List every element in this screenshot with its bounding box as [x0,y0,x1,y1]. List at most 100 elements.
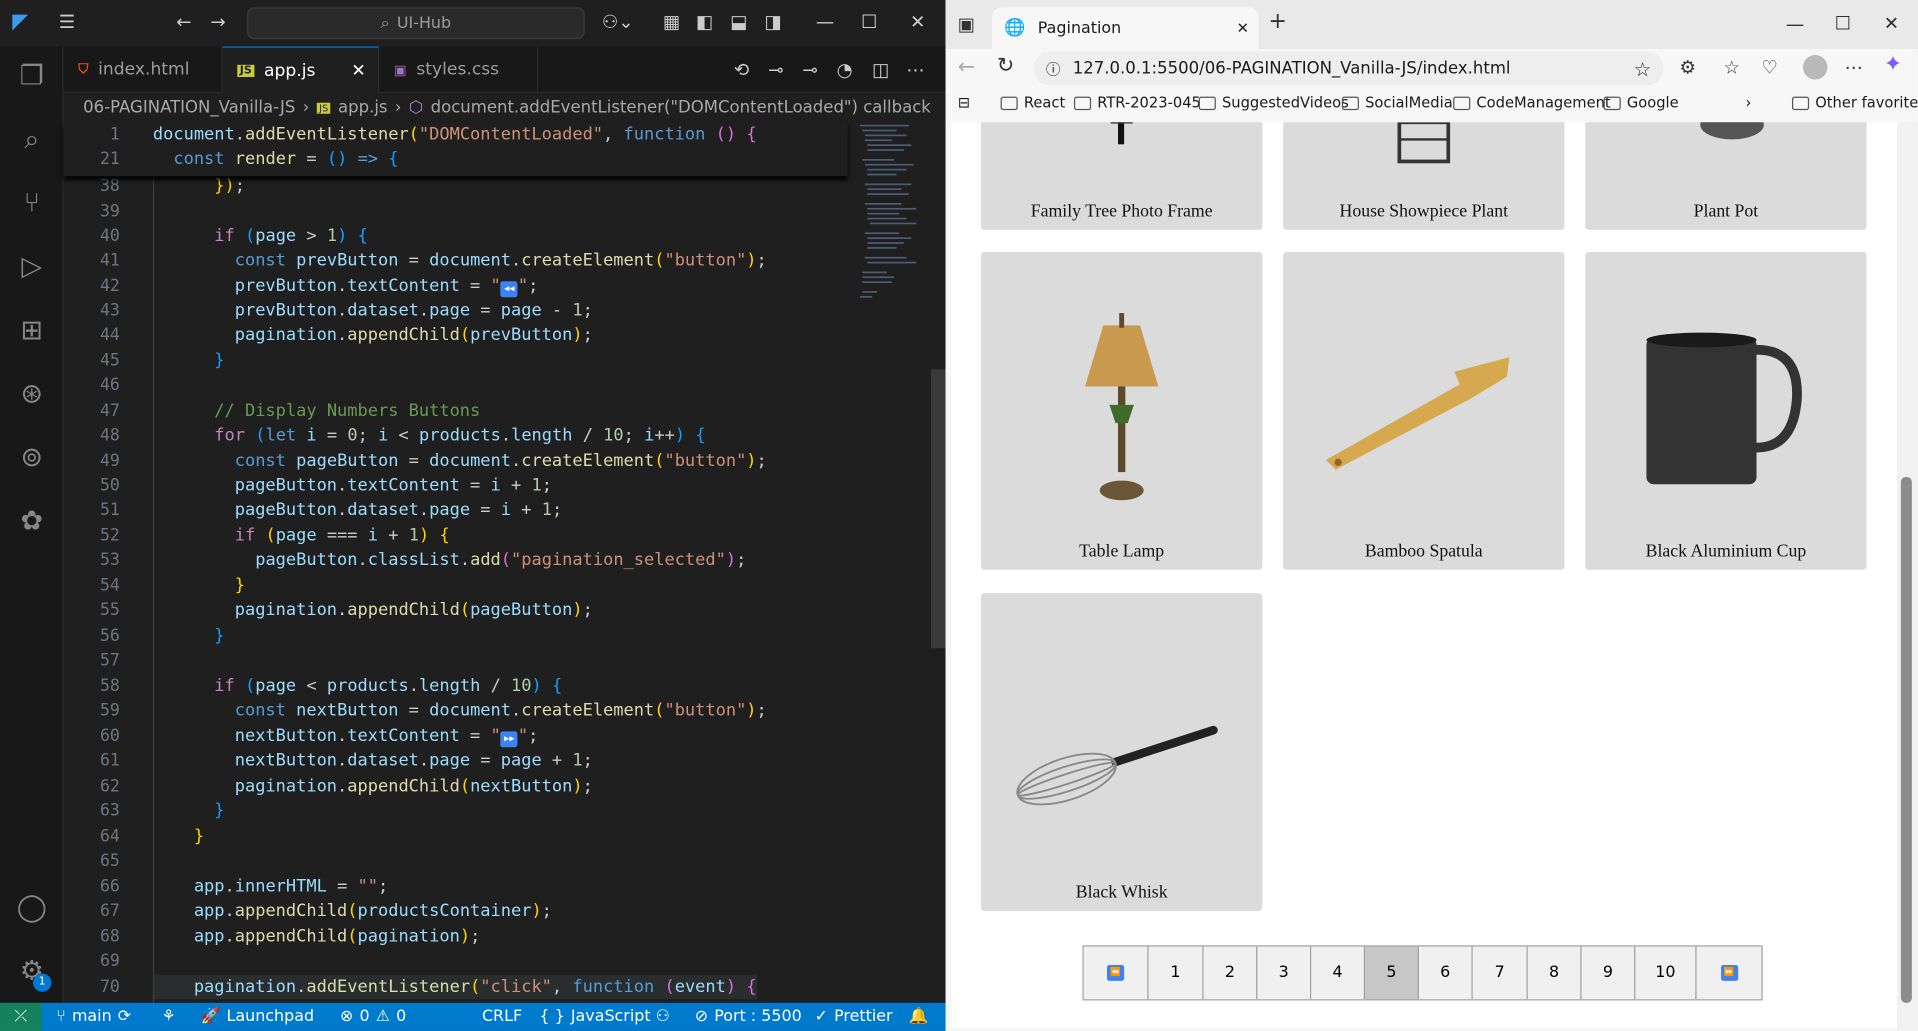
close-tab-icon[interactable]: ✕ [1237,20,1249,37]
command-center[interactable]: ⌕ UI-Hub [247,7,585,40]
page-button-10[interactable]: 10 [1635,946,1697,1000]
line-number: 40 [99,226,120,246]
explorer-icon[interactable]: ❐ [12,56,51,95]
page-button-5-selected[interactable]: 5 [1365,946,1419,1000]
eol-status[interactable]: CRLF [482,1003,522,1031]
address-bar[interactable]: ⓘ 127.0.0.1:5500/06-PAGINATION_Vanilla-J… [1033,51,1664,86]
refresh-icon[interactable]: ↻ [997,56,1014,77]
site-info-icon[interactable]: ⓘ [1046,58,1061,79]
toggle-panel-icon[interactable]: ⬓ [730,12,747,32]
customize-layout-icon[interactable]: ▦ [663,12,680,32]
more-actions-icon[interactable]: ⋯ [906,60,924,80]
page-button-3[interactable]: 3 [1257,946,1312,1000]
extensions-icon[interactable]: ⊞ [12,311,51,350]
extensions-icon[interactable]: ⚙ [1679,57,1695,77]
url-text: 127.0.0.1:5500/06-PAGINATION_Vanilla-JS/… [1072,58,1511,79]
branch-status[interactable]: ⑂ main ⟳ [56,1003,131,1031]
browser-tab[interactable]: 🌐 Pagination ✕ [992,7,1259,49]
copilot-status-icon[interactable]: ⚇ [656,1003,670,1031]
copilot-icon[interactable]: ⚇⌄ [602,12,634,32]
line-number: 57 [99,650,120,671]
code-line: if (page === i + 1) { [234,525,450,546]
toggle-secondary-sidebar-icon[interactable]: ◨ [765,12,782,32]
minimize-icon[interactable]: — [816,12,834,32]
close-icon[interactable]: ✕ [910,12,925,32]
prev-page-button[interactable]: ⏪ [1083,946,1149,1000]
toggle-sidebar-icon[interactable]: ◧ [696,12,713,32]
problems-status[interactable]: ⊗ 0 ⚠ 0 [340,1003,406,1031]
next-change-icon[interactable]: ⊸ [802,60,817,80]
code-line: pageButton.classList.add("pagination_sel… [255,550,747,570]
remote-indicator-icon[interactable]: ⤫ [0,1002,42,1031]
run-debug-icon[interactable]: ▷ [12,247,51,286]
page-button-2[interactable]: 2 [1203,946,1258,1000]
bookmark-rtr[interactable]: RTR-2023-045 [1073,94,1201,111]
copilot-icon[interactable]: ✦ [1884,53,1902,75]
chevron-right-icon[interactable]: › [1746,94,1752,111]
page-button-8[interactable]: 8 [1527,946,1582,1000]
breadcrumb-folder[interactable]: 06-PAGINATION_Vanilla-JS [83,98,295,118]
chatgpt-icon[interactable]: ✿ [12,501,51,540]
go-live-icon[interactable]: ◔ [837,60,853,80]
favorites-bar: ⊟ React RTR-2023-045 SuggestedVideos Soc… [946,91,1918,120]
favorite-star-icon[interactable]: ☆ [1634,57,1652,80]
tab-actions-icon[interactable]: ▣ [958,15,975,35]
maximize-icon[interactable]: ☐ [861,12,877,32]
language-status[interactable]: { } JavaScript [539,1003,650,1031]
editor-scrollbar-thumb[interactable] [930,369,946,649]
favorites-toggle-icon[interactable]: ⊟ [958,94,970,111]
close-icon[interactable]: ✕ [1884,13,1899,33]
product-card: Black Aluminium Cup [1585,251,1867,570]
forward-icon[interactable]: → [210,12,225,32]
performance-icon[interactable]: ♡ [1761,57,1777,77]
remote-explorer-icon[interactable]: ⊚ [12,438,51,477]
product-name: Bamboo Spatula [1364,541,1483,562]
bookmark-react[interactable]: React [1000,94,1065,111]
notifications-bell-icon[interactable]: 🔔 [909,1003,929,1031]
tab-index-html[interactable]: ⛉ index.html [64,46,223,93]
bookmark-google[interactable]: Google [1603,94,1679,111]
breadcrumb-file[interactable]: app.js [338,98,388,118]
page-button-6[interactable]: 6 [1418,946,1473,1000]
sticky-scroll[interactable]: 1 21 document.addEventListener("DOMConte… [63,122,848,177]
live-server-status[interactable]: ⊘ Port : 5500 [695,1003,802,1031]
other-favorites[interactable]: Other favorites [1791,94,1918,111]
git-graph-status-icon[interactable]: ⚘ [161,1003,175,1031]
search-icon[interactable]: ⌕ [12,120,51,159]
bookmark-social-media[interactable]: SocialMedia [1341,94,1453,111]
previous-change-icon[interactable]: ⊸ [768,60,783,80]
tab-styles-css[interactable]: ▣ styles.css [379,46,539,93]
open-changes-icon[interactable]: ⟲ [734,60,749,80]
new-tab-icon[interactable]: + [1268,10,1286,32]
breadcrumb-symbol[interactable]: document.addEventListener("DOMContentLoa… [431,98,931,118]
source-control-icon[interactable]: ⑂ [12,183,51,222]
back-icon[interactable]: ← [176,12,191,32]
minimap[interactable] [847,122,931,1003]
bookmark-code-management[interactable]: CodeManagement [1453,94,1611,111]
next-page-button[interactable]: ⏩ [1696,946,1762,1000]
bookmark-suggested-videos[interactable]: SuggestedVideos [1198,94,1349,111]
html-file-icon: ⛉ [78,61,89,78]
account-icon[interactable]: ◯ [12,888,51,927]
profile-avatar[interactable] [1802,55,1828,80]
code-editor[interactable]: 3738394041424344454647484950515253545556… [63,122,946,1003]
launchpad-status[interactable]: 🚀 Launchpad [201,1003,314,1031]
page-button-9[interactable]: 9 [1581,946,1636,1000]
maximize-icon[interactable]: ☐ [1835,13,1851,33]
favorites-icon[interactable]: ☆ [1723,57,1739,77]
prettier-status[interactable]: ✓ Prettier [815,1003,893,1031]
code-line: for (let i = 0; i < products.length / 10… [214,425,706,446]
git-graph-icon[interactable]: ⊛ [12,374,51,413]
minimize-icon[interactable]: — [1786,15,1804,35]
product-card: House Showpiece Plant [1283,122,1565,230]
page-button-4[interactable]: 4 [1311,946,1366,1000]
back-icon[interactable]: ← [958,57,975,78]
page-scrollbar-thumb[interactable] [1900,476,1912,1003]
page-button-7[interactable]: 7 [1472,946,1528,1000]
split-editor-icon[interactable]: ◫ [872,60,889,80]
page-button-1[interactable]: 1 [1148,946,1204,1000]
tab-app-js[interactable]: JS app.js ✕ [222,46,380,93]
close-tab-icon[interactable]: ✕ [351,61,365,81]
more-actions-icon[interactable]: ⋯ [1845,57,1863,77]
menu-icon[interactable]: ☰ [59,12,75,32]
